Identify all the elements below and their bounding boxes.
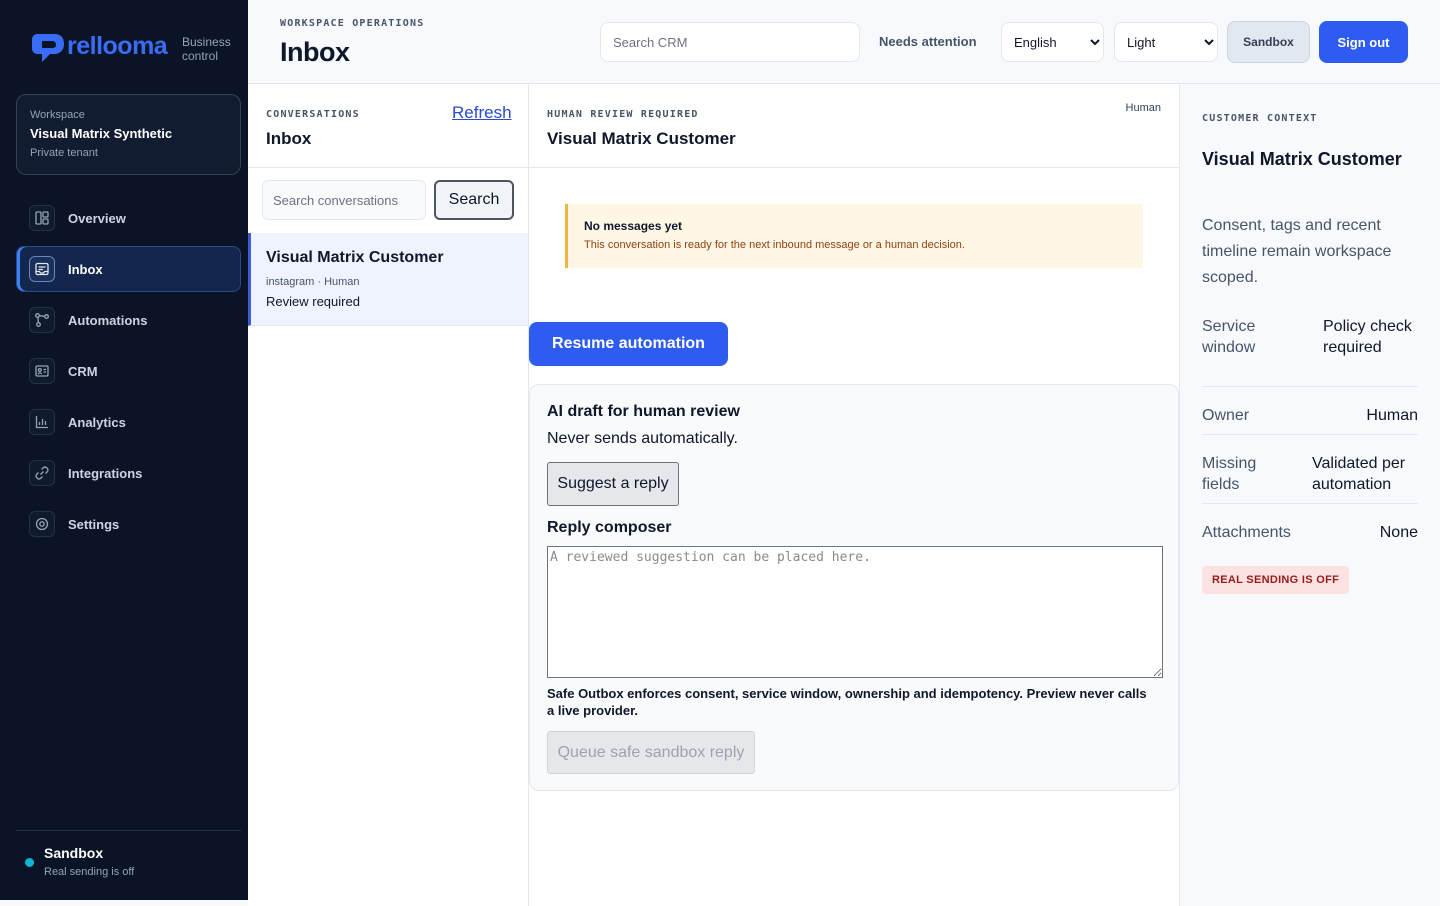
sidebar-item-label: Inbox	[68, 261, 103, 277]
workspace-card[interactable]: Workspace Visual Matrix Synthetic Privat…	[16, 94, 241, 175]
thread-owner: Human	[1125, 102, 1161, 114]
real-sending-off-badge: REAL SENDING IS OFF	[1202, 566, 1350, 594]
context-field-attachments: Attachments None	[1202, 522, 1418, 552]
brand-name: rellooma	[67, 32, 168, 60]
sidebar-nav: Overview Inbox Automations CRM Analytics	[16, 195, 241, 552]
needs-attention-link[interactable]: Needs attention	[879, 34, 977, 49]
field-value: Human	[1366, 407, 1418, 424]
thread-title: Visual Matrix Customer	[547, 129, 736, 148]
conversations-eyebrow: CONVERSATIONS	[266, 109, 360, 120]
workspace-name: Visual Matrix Synthetic	[30, 126, 173, 141]
sidebar-item-inbox[interactable]: Inbox	[16, 246, 241, 292]
integrations-icon	[29, 460, 55, 486]
inbox-icon	[29, 256, 55, 282]
customer-description: Consent, tags and recent timeline remain…	[1202, 217, 1392, 286]
sign-out-button[interactable]: Sign out	[1319, 21, 1408, 63]
language-select[interactable]: English	[1001, 22, 1104, 62]
safe-outbox-note: Safe Outbox enforces consent, service wi…	[547, 686, 1147, 718]
queue-sandbox-reply-button[interactable]: Queue safe sandbox reply	[547, 731, 755, 774]
sidebar-item-label: Analytics	[68, 414, 126, 430]
field-key: Attachments	[1202, 524, 1291, 541]
brand[interactable]: rellooma Business control	[30, 32, 234, 66]
brand-tagline: Business control	[182, 35, 231, 63]
context-field-service-window: Service window Policy check required	[1202, 316, 1418, 387]
field-value: Validated per automation	[1312, 455, 1406, 493]
page-eyebrow: WORKSPACE OPERATIONS	[280, 18, 425, 29]
suggest-reply-button[interactable]: Suggest a reply	[547, 462, 679, 506]
context-field-owner: Owner Human	[1202, 405, 1418, 435]
notice-body: This conversation is ready for the next …	[584, 239, 965, 251]
composer-title: Reply composer	[547, 519, 672, 536]
resume-automation-button[interactable]: Resume automation	[529, 322, 728, 366]
sidebar-item-settings[interactable]: Settings	[16, 501, 241, 547]
crm-icon	[29, 358, 55, 384]
sidebar-item-analytics[interactable]: Analytics	[16, 399, 241, 445]
thread-eyebrow: HUMAN REVIEW REQUIRED	[547, 109, 699, 120]
sidebar-item-label: Overview	[68, 210, 126, 226]
analytics-icon	[29, 409, 55, 435]
customer-context-panel: CUSTOMER CONTEXT Visual Matrix Customer …	[1180, 84, 1440, 906]
sidebar-item-crm[interactable]: CRM	[16, 348, 241, 394]
overview-icon	[29, 205, 55, 231]
sandbox-status-text: Real sending is off	[44, 866, 135, 878]
sidebar-item-overview[interactable]: Overview	[16, 195, 241, 241]
field-value: Policy check required	[1323, 318, 1412, 356]
notice-title: No messages yet	[584, 219, 683, 233]
conversation-name: Visual Matrix Customer	[266, 249, 444, 266]
reply-composer-textarea[interactable]	[547, 546, 1163, 678]
topbar: WORKSPACE OPERATIONS Inbox Needs attenti…	[248, 0, 1440, 84]
status-dot-icon	[25, 858, 34, 867]
sidebar-item-label: Settings	[68, 516, 120, 532]
sidebar-item-label: Automations	[68, 312, 148, 328]
workspace-label: Workspace	[30, 109, 85, 121]
sandbox-status: Sandbox Real sending is off	[16, 830, 241, 900]
conversation-list-item[interactable]: Visual Matrix Customer instagram · Human…	[248, 233, 528, 326]
sidebar: rellooma Business control Workspace Visua…	[0, 0, 248, 900]
search-conversations-input[interactable]	[262, 180, 426, 220]
rellooma-logo-icon	[30, 32, 67, 66]
workspace-tenant: Private tenant	[30, 147, 98, 159]
sidebar-item-label: Integrations	[68, 465, 143, 481]
conversations-title: Inbox	[266, 129, 312, 148]
conversation-meta: instagram · Human	[266, 276, 360, 288]
theme-select[interactable]: Light	[1114, 22, 1218, 62]
draft-subtitle: Never sends automatically.	[547, 430, 738, 447]
field-value: None	[1379, 524, 1418, 541]
sandbox-mode-label: Sandbox	[44, 845, 104, 861]
empty-thread-notice: No messages yet This conversation is rea…	[565, 204, 1143, 268]
sidebar-item-label: CRM	[68, 363, 98, 379]
page-title: Inbox	[280, 37, 350, 67]
thread-panel: HUMAN REVIEW REQUIRED Visual Matrix Cust…	[529, 84, 1180, 906]
refresh-link[interactable]: Refresh	[452, 103, 512, 123]
thread-header: HUMAN REVIEW REQUIRED Visual Matrix Cust…	[529, 84, 1180, 168]
field-key: Service window	[1202, 318, 1256, 356]
sidebar-item-integrations[interactable]: Integrations	[16, 450, 241, 496]
sandbox-button[interactable]: Sandbox	[1227, 21, 1310, 63]
ai-draft-panel: AI draft for human review Never sends au…	[529, 384, 1179, 791]
conversations-panel: CONVERSATIONS Inbox Refresh Search Visua…	[248, 84, 529, 906]
draft-title: AI draft for human review	[547, 403, 740, 420]
sidebar-item-automations[interactable]: Automations	[16, 297, 241, 343]
field-key: Owner	[1202, 407, 1250, 424]
context-field-missing-fields: Missing fields Validated per automation	[1202, 453, 1418, 504]
customer-name: Visual Matrix Customer	[1202, 149, 1402, 169]
settings-icon	[29, 511, 55, 537]
search-crm-input[interactable]	[600, 22, 860, 62]
search-conversations-button[interactable]: Search	[434, 180, 514, 220]
conversations-header: CONVERSATIONS Inbox Refresh	[248, 84, 528, 168]
field-key: Missing fields	[1202, 455, 1257, 493]
automations-icon	[29, 307, 55, 333]
context-eyebrow: CUSTOMER CONTEXT	[1202, 113, 1318, 124]
conversation-status: Review required	[266, 294, 360, 309]
